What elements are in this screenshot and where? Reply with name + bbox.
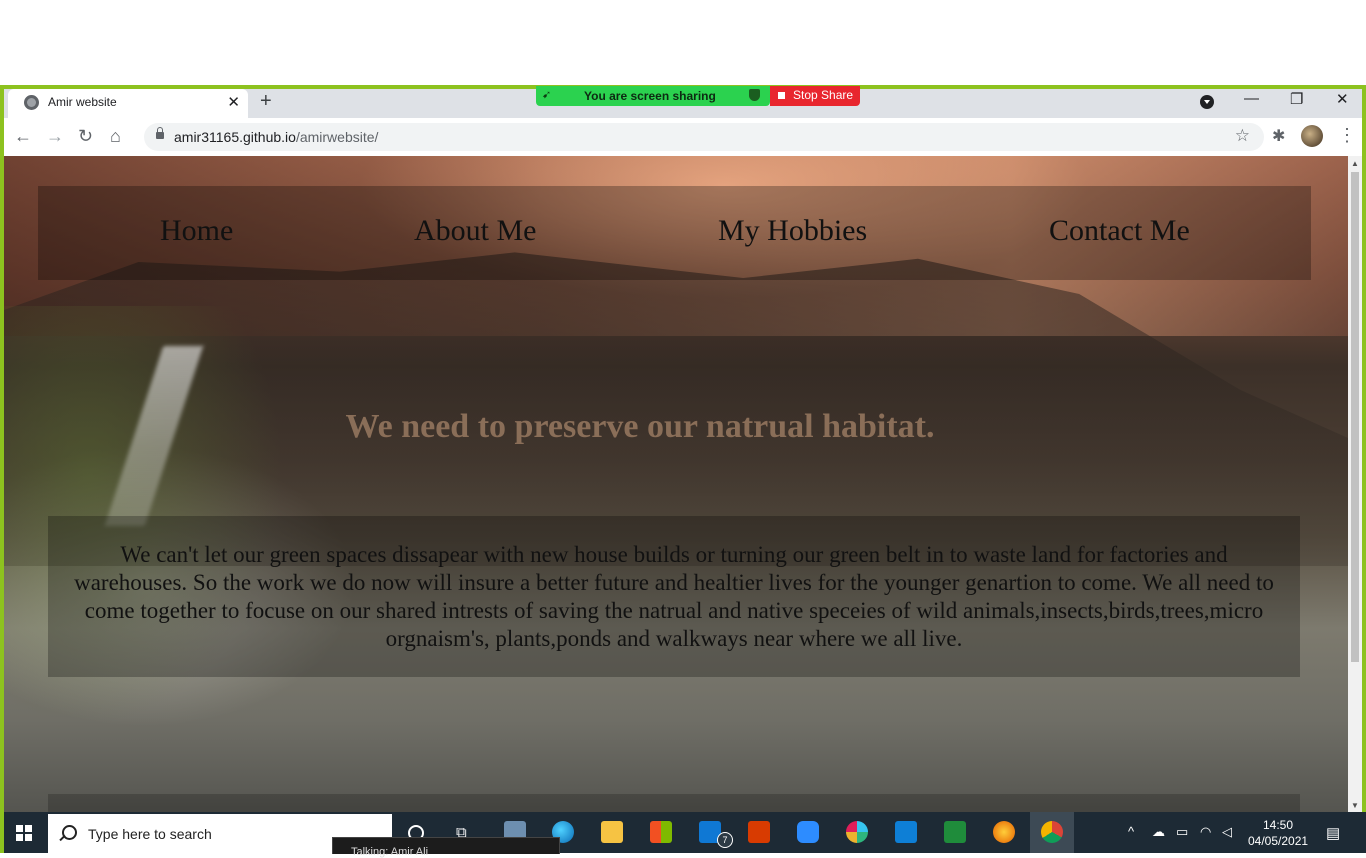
nav-about-me[interactable]: About Me: [414, 214, 537, 248]
extensions-icon[interactable]: ✱: [1272, 126, 1285, 146]
preview-text: Talking: Amir Ali: [351, 846, 429, 858]
office-icon[interactable]: [748, 821, 770, 843]
browser-menu-icon[interactable]: ⋮: [1338, 125, 1356, 146]
stop-icon: [778, 92, 785, 99]
profile-avatar[interactable]: [1301, 125, 1323, 147]
tab-search-icon[interactable]: [1200, 95, 1214, 109]
page-scrollbar[interactable]: ▲ ▼: [1348, 156, 1362, 812]
start-button[interactable]: [16, 825, 32, 841]
bookmark-star-icon[interactable]: ☆: [1235, 126, 1250, 146]
clock-time: 14:50: [1262, 818, 1294, 832]
show-hidden-icons-icon[interactable]: ^: [1128, 824, 1134, 839]
nav-contact-me[interactable]: Contact Me: [1049, 214, 1190, 248]
lower-content-box: [48, 794, 1300, 812]
mail-badge: 7: [717, 832, 733, 848]
stop-share-label: Stop Share: [793, 88, 854, 102]
home-button[interactable]: ⌂: [110, 126, 121, 147]
screen-sharing-banner: ➹ You are screen sharing: [536, 86, 770, 106]
page-heading: We need to preserve our natrual habitat.: [345, 408, 935, 445]
address-bar[interactable]: amir31165.github.io/amirwebsite/ ☆: [144, 123, 1264, 151]
taskbar-clock[interactable]: 14:50 04/05/2021: [1248, 817, 1308, 849]
slack-icon[interactable]: [846, 821, 868, 843]
new-tab-button[interactable]: +: [260, 90, 272, 113]
sheets-icon[interactable]: [944, 821, 966, 843]
forward-button[interactable]: →: [46, 126, 64, 147]
tab-title: Amir website: [48, 95, 117, 109]
site-nav: Home About Me My Hobbies Contact Me: [38, 186, 1311, 280]
shield-icon: [749, 89, 760, 101]
scroll-thumb[interactable]: [1351, 172, 1359, 662]
browser-toolbar: ← → ↻ ⌂ amir31165.github.io/amirwebsite/…: [4, 118, 1362, 157]
body-paragraph: We can't let our green spaces dissapear …: [74, 542, 1274, 651]
windows-taskbar: Type here to search ⧉ 7 ^ ☁ ▭ ◠ ◁ 14:50 …: [4, 812, 1366, 853]
vscode-icon[interactable]: [895, 821, 917, 843]
file-explorer-icon[interactable]: [601, 821, 623, 843]
minimize-button[interactable]: —: [1244, 90, 1259, 107]
search-placeholder: Type here to search: [88, 826, 212, 842]
url-host: amir31165.github.io: [174, 129, 296, 145]
tab-amir-website[interactable]: Amir website ✕: [8, 89, 248, 118]
restore-button[interactable]: ❐: [1290, 90, 1303, 108]
content-box: We can't let our green spaces dissapear …: [48, 516, 1300, 677]
web-page: Home About Me My Hobbies Contact Me We n…: [4, 156, 1348, 812]
volume-icon[interactable]: ◁: [1222, 824, 1232, 840]
scroll-up-arrow-icon[interactable]: ▲: [1351, 159, 1359, 168]
tab-close-icon[interactable]: ✕: [227, 93, 240, 111]
battery-icon[interactable]: ▭: [1176, 824, 1188, 840]
notifications-icon[interactable]: ▤: [1326, 824, 1340, 842]
taskbar-preview-tooltip: Talking: Amir Ali: [332, 837, 560, 858]
scroll-down-arrow-icon[interactable]: ▼: [1351, 801, 1359, 810]
search-icon: [62, 825, 77, 840]
nav-my-hobbies[interactable]: My Hobbies: [718, 214, 867, 248]
nav-home[interactable]: Home: [160, 214, 233, 248]
globe-icon: [24, 95, 39, 110]
reload-button[interactable]: ↻: [78, 126, 93, 147]
clock-date: 04/05/2021: [1248, 834, 1309, 848]
store-icon[interactable]: [650, 821, 672, 843]
wifi-icon[interactable]: ◠: [1200, 824, 1211, 840]
close-window-button[interactable]: ✕: [1336, 90, 1349, 108]
zoom-icon[interactable]: [797, 821, 819, 843]
chrome-icon[interactable]: [1041, 821, 1063, 843]
screen-sharing-status: You are screen sharing: [584, 89, 716, 103]
stop-share-button[interactable]: Stop Share: [770, 86, 860, 106]
onedrive-icon[interactable]: ☁: [1152, 824, 1165, 840]
url-path: /amirwebsite/: [295, 129, 379, 145]
firefox-icon[interactable]: [993, 821, 1015, 843]
url-text[interactable]: amir31165.github.io/amirwebsite/: [174, 129, 378, 145]
share-leaf-icon: ➹: [542, 89, 552, 101]
back-button[interactable]: ←: [14, 126, 32, 147]
lock-icon[interactable]: [156, 127, 164, 139]
